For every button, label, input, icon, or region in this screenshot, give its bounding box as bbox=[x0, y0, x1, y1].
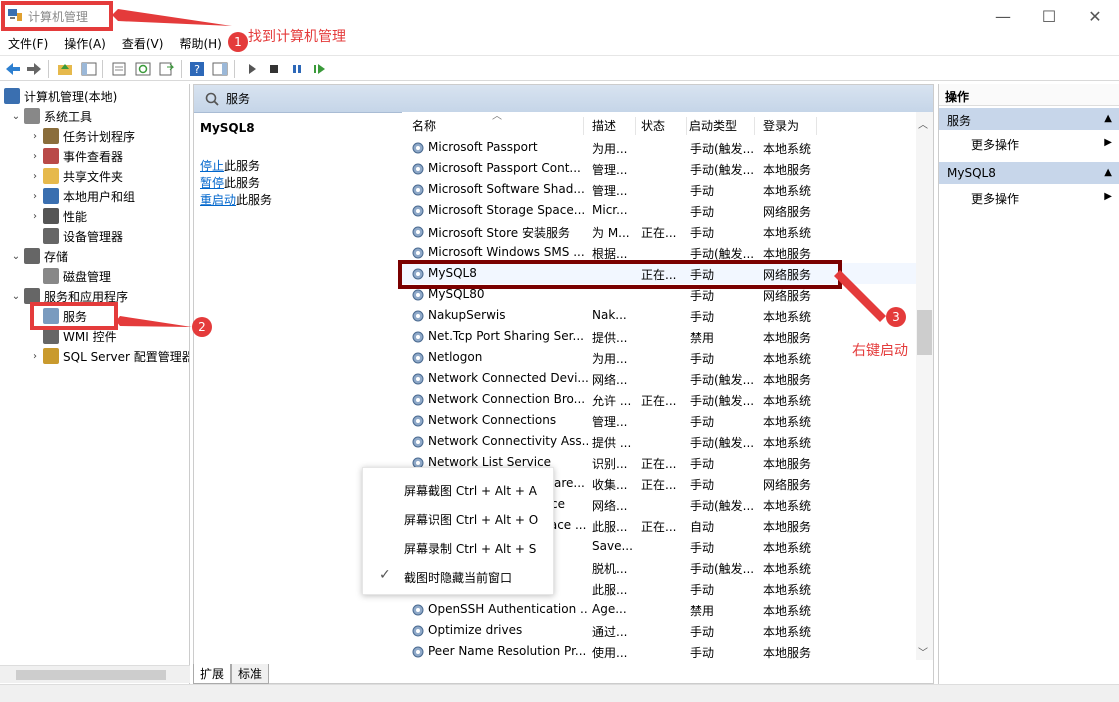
status-bar bbox=[0, 684, 1119, 702]
annotation-badge-2: 2 bbox=[192, 317, 212, 337]
annotation-arrow-1 bbox=[112, 9, 232, 26]
annotation-badge-3: 3 bbox=[886, 307, 906, 327]
annotation-arrows bbox=[112, 9, 886, 327]
window: 计算机管理 — ☐ ✕ 文件(F) 操作(A) 查看(V) 帮助(H) ? 计算… bbox=[0, 0, 1119, 702]
annotation-label-1: 找到计算机管理 bbox=[248, 29, 346, 45]
annotation-label-3: 右键启动 bbox=[852, 343, 908, 359]
annotation-arrow-2 bbox=[116, 316, 192, 327]
annotation-arrow-3 bbox=[834, 270, 886, 322]
annotation-badge-1: 1 bbox=[228, 32, 248, 52]
